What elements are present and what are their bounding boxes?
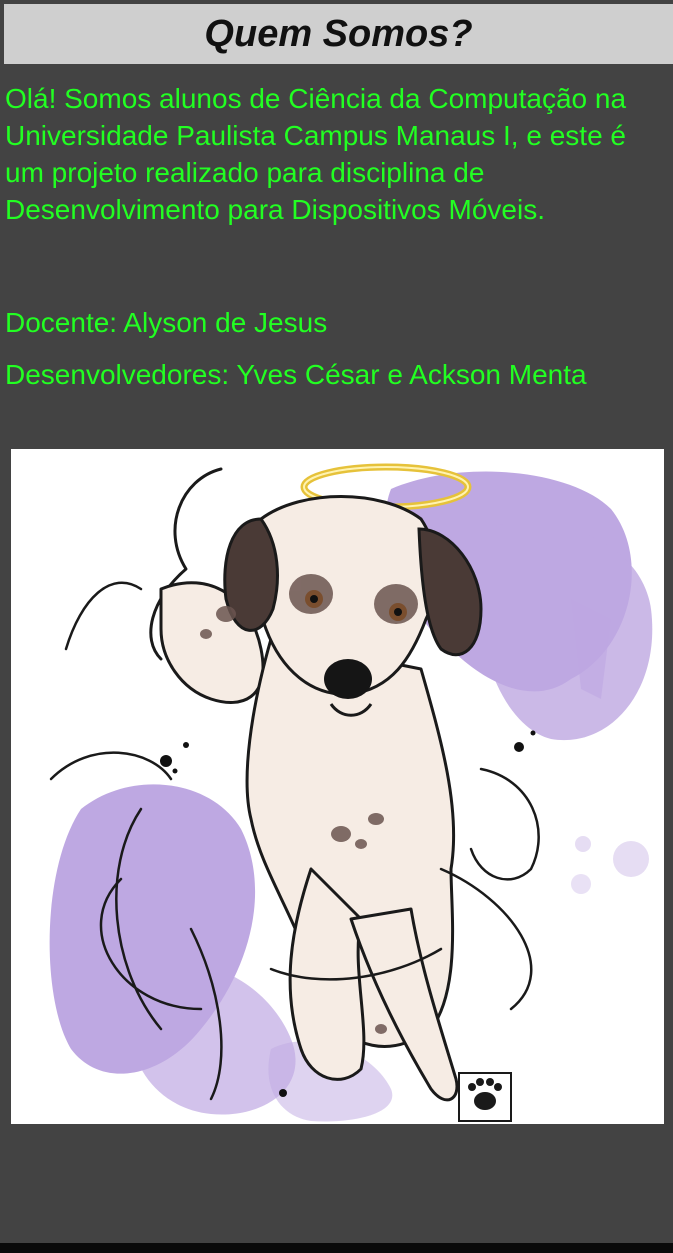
about-screen: Quem Somos? Olá! Somos alunos de Ciência… xyxy=(0,0,673,1253)
intro-text: Olá! Somos alunos de Ciência da Computaç… xyxy=(5,83,627,225)
system-navigation-bar xyxy=(0,1243,673,1253)
title-bar: Quem Somos? xyxy=(4,4,673,64)
developers-text: Desenvolvedores: Yves César e Ackson Men… xyxy=(5,359,587,390)
dog-illustration xyxy=(11,449,664,1124)
dog-illustration-art xyxy=(49,463,653,1122)
docente-text: Docente: Alyson de Jesus xyxy=(5,307,328,338)
paw-print-logo-icon xyxy=(458,1072,512,1122)
page-title: Quem Somos? xyxy=(204,12,473,55)
